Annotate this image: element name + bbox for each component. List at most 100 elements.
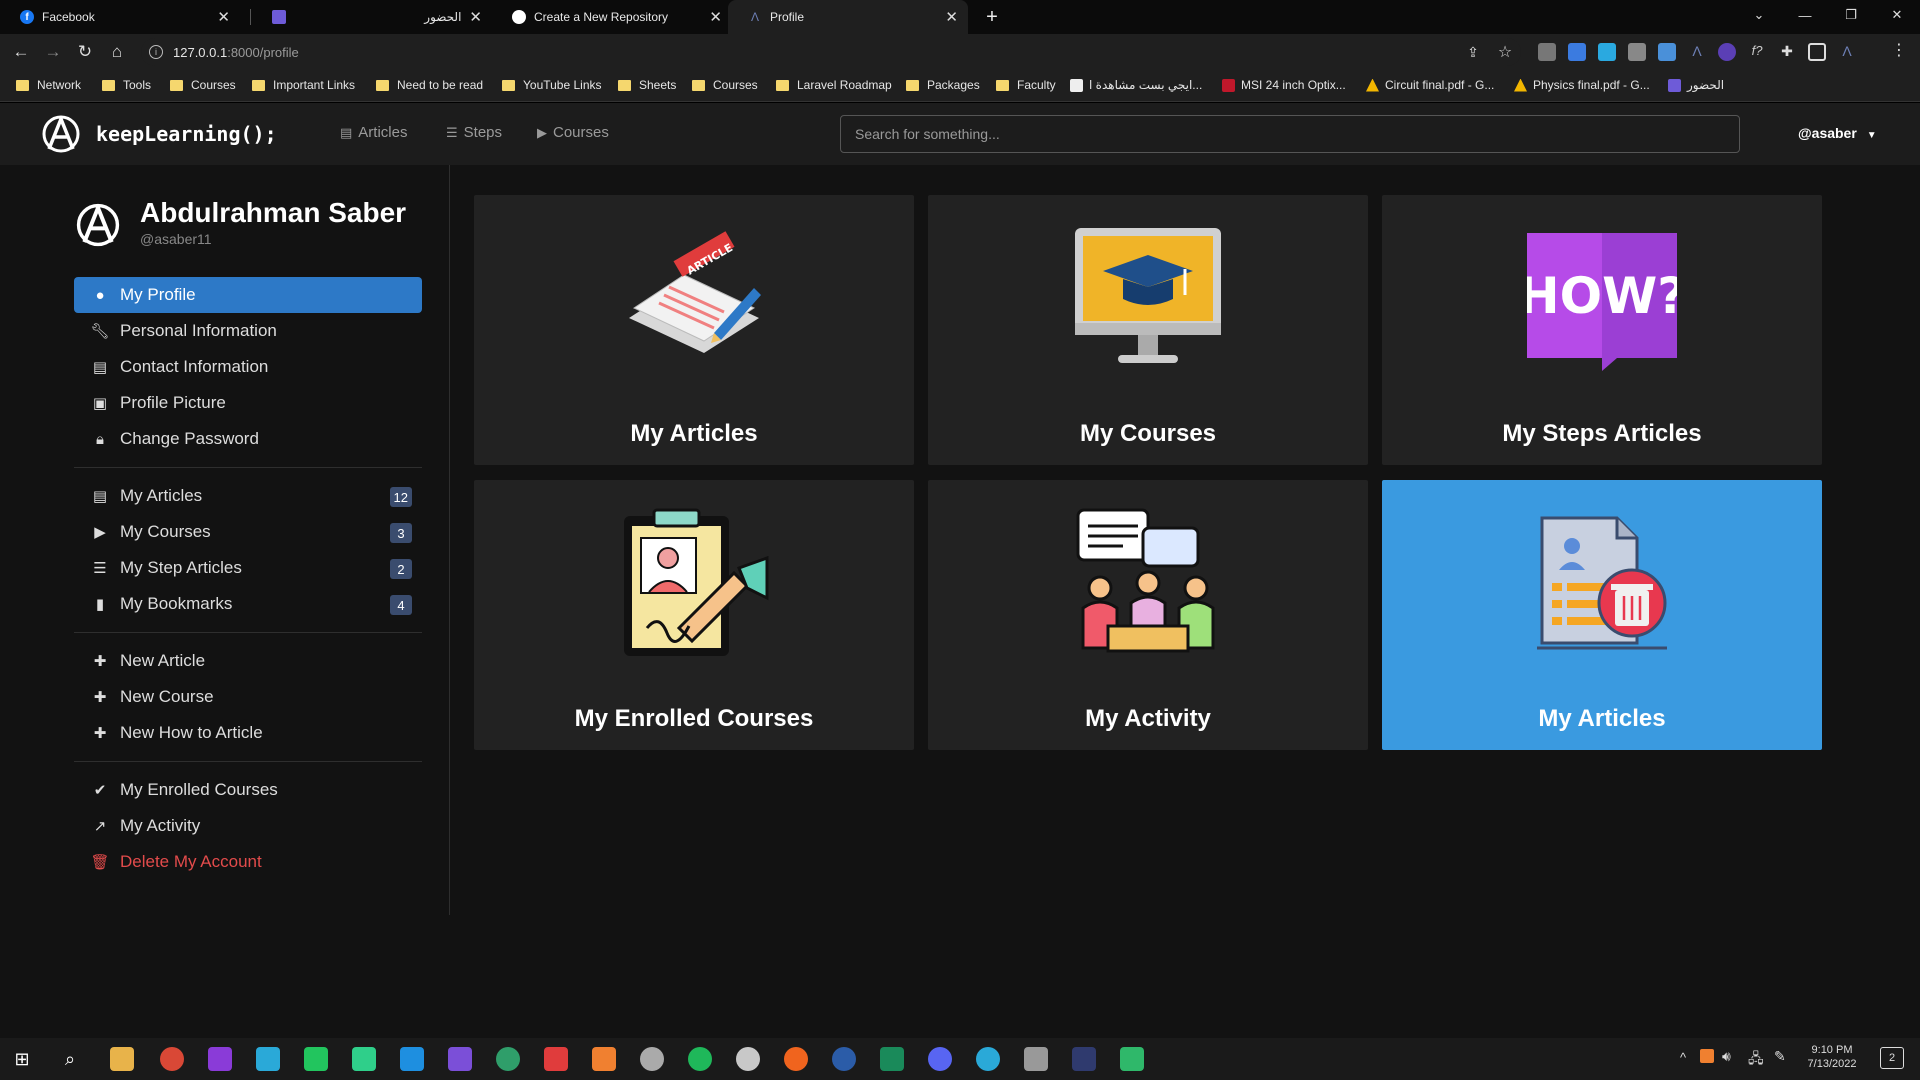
xampp-tray-icon[interactable] [1700,1049,1714,1063]
discord-icon[interactable] [928,1047,952,1071]
pycharm-icon[interactable] [304,1047,328,1071]
notifications-icon[interactable]: 2 [1880,1047,1904,1069]
visual-studio-icon[interactable] [448,1047,472,1071]
extension-icon[interactable] [1718,43,1736,61]
home-button[interactable]: ⌂ [104,39,130,65]
close-window-button[interactable]: ✕ [1874,0,1920,30]
bookmark-folder[interactable]: Important Links [252,78,355,92]
sidebar-item-personal-information[interactable]: 🔧︎ Personal Information [74,313,422,349]
pen-icon[interactable]: ✎ [1774,1048,1786,1065]
bookmark-folder[interactable]: Sheets [618,78,676,92]
bookmark-folder[interactable]: Need to be read [376,78,483,92]
bookmark-link[interactable]: Physics final.pdf - G... [1514,78,1650,92]
back-button[interactable]: ← [8,39,34,65]
app-icon[interactable] [496,1047,520,1071]
nav-courses[interactable]: ▶ Courses [537,124,609,141]
bookmark-link[interactable]: ايجي بست مشاهدة ا... [1070,78,1202,92]
profile-avatar-icon[interactable]: Λ [1838,43,1856,61]
kebab-menu-icon[interactable]: ⋮ [1890,43,1908,61]
app-icon[interactable] [1024,1047,1048,1071]
card-my-articles-deleted[interactable]: My Articles [1382,480,1822,750]
sidebar-item-new-how-to-article[interactable]: ✚ New How to Article [74,715,422,751]
app-icon[interactable] [1120,1047,1144,1071]
brand[interactable]: keepLearning(); [40,113,277,155]
extension-icon[interactable] [1538,43,1556,61]
app-icon[interactable] [736,1047,760,1071]
minimize-button[interactable]: — [1782,0,1828,30]
sidebar-item-profile-picture[interactable]: ▣ Profile Picture [74,385,422,421]
app-icon[interactable] [832,1047,856,1071]
card-my-articles[interactable]: ARTICLE My Articles [474,195,914,465]
address-bar[interactable]: i 127.0.0.1:8000/profile [141,38,1521,66]
soundcloud-icon[interactable] [784,1047,808,1071]
browser-tab-facebook[interactable]: f Facebook ✕ [0,0,240,34]
phpstorm-icon[interactable] [208,1047,232,1071]
browser-tab-profile[interactable]: Λ Profile ✕ [728,0,968,34]
bookmark-folder[interactable]: Tools [102,78,151,92]
sidebar-item-contact-information[interactable]: ▤ Contact Information [74,349,422,385]
nav-articles[interactable]: ▤ Articles [340,124,407,141]
sidebar-item-delete-account[interactable]: 🗑︎ Delete My Account [74,844,422,880]
card-my-activity[interactable]: My Activity [928,480,1368,750]
webstorm-icon[interactable] [256,1047,280,1071]
sidebar-item-my-articles[interactable]: ▤ My Articles 12 [74,478,422,514]
sidebar-item-change-password[interactable]: 🔒︎ Change Password [74,421,422,457]
close-icon[interactable]: ✕ [945,8,958,26]
sidebar-item-my-step-articles[interactable]: ☰ My Step Articles 2 [74,550,422,586]
app-icon[interactable] [880,1047,904,1071]
close-icon[interactable]: ✕ [709,8,722,26]
sidebar-item-my-enrolled-courses[interactable]: ✔ My Enrolled Courses [74,772,422,808]
bookmark-folder[interactable]: Laravel Roadmap [776,78,892,92]
user-menu-dropdown[interactable]: @asaber ▼ [1798,125,1877,141]
card-my-steps-articles[interactable]: HOW? My Steps Articles [1382,195,1822,465]
forward-button[interactable]: → [40,39,66,65]
browser-tab-github[interactable]: Create a New Repository ✕ [492,0,732,34]
close-icon[interactable]: ✕ [217,8,230,26]
card-my-courses[interactable]: My Courses [928,195,1368,465]
extension-icon[interactable] [1628,43,1646,61]
sidebar-item-my-profile[interactable]: ● My Profile [74,277,422,313]
bookmark-folder[interactable]: Courses [170,78,236,92]
star-icon[interactable]: ☆ [1492,39,1518,65]
clock[interactable]: 9:10 PM 7/13/2022 [1800,1044,1864,1070]
sidebar-item-my-bookmarks[interactable]: ▮ My Bookmarks 4 [74,586,422,622]
windows-start-icon[interactable]: ⊞ [10,1047,34,1071]
translate-icon[interactable] [1568,43,1586,61]
bookmark-folder[interactable]: Faculty [996,78,1056,92]
sidebar-item-my-activity[interactable]: ↗ My Activity [74,808,422,844]
bookmark-link[interactable]: الحضور [1668,78,1724,92]
app-icon[interactable] [640,1047,664,1071]
site-logo-icon[interactable]: Λ [1688,43,1706,61]
restore-button[interactable]: ❐ [1828,0,1874,30]
chevron-down-icon[interactable]: ⌄ [1736,0,1782,30]
nav-steps[interactable]: ☰ Steps [446,124,502,141]
extension-icon[interactable] [1658,43,1676,61]
chrome-icon[interactable] [160,1047,184,1071]
sidepanel-icon[interactable] [1808,43,1826,61]
nox-icon[interactable] [1072,1047,1096,1071]
formula-icon[interactable]: f? [1748,43,1766,61]
xampp-icon[interactable] [592,1047,616,1071]
bookmark-folder[interactable]: Network [16,78,81,92]
bookmark-folder[interactable]: Packages [906,78,980,92]
browser-tab-attendance[interactable]: الحضور ✕ [252,0,492,34]
volume-icon[interactable]: 🔊︎ [1722,1048,1731,1065]
bookmark-link[interactable]: Circuit final.pdf - G... [1366,78,1494,92]
app-icon[interactable] [976,1047,1000,1071]
app-icon[interactable] [544,1047,568,1071]
bookmark-folder[interactable]: YouTube Links [502,78,602,92]
file-explorer-icon[interactable] [110,1047,134,1071]
reload-button[interactable]: ↻ [72,39,98,65]
sidebar-item-new-course[interactable]: ✚ New Course [74,679,422,715]
bookmark-link[interactable]: MSI 24 inch Optix... [1222,78,1346,92]
bookmark-folder[interactable]: Courses [692,78,758,92]
sidebar-item-new-article[interactable]: ✚ New Article [74,643,422,679]
app-icon[interactable] [688,1047,712,1071]
card-my-enrolled-courses[interactable]: My Enrolled Courses [474,480,914,750]
share-icon[interactable]: ⇪ [1460,39,1486,65]
vscode-icon[interactable] [400,1047,424,1071]
close-icon[interactable]: ✕ [469,8,482,26]
extension-icon[interactable] [1598,43,1616,61]
sidebar-item-my-courses[interactable]: ▶ My Courses 3 [74,514,422,550]
chevron-up-icon[interactable]: ^ [1680,1050,1686,1065]
